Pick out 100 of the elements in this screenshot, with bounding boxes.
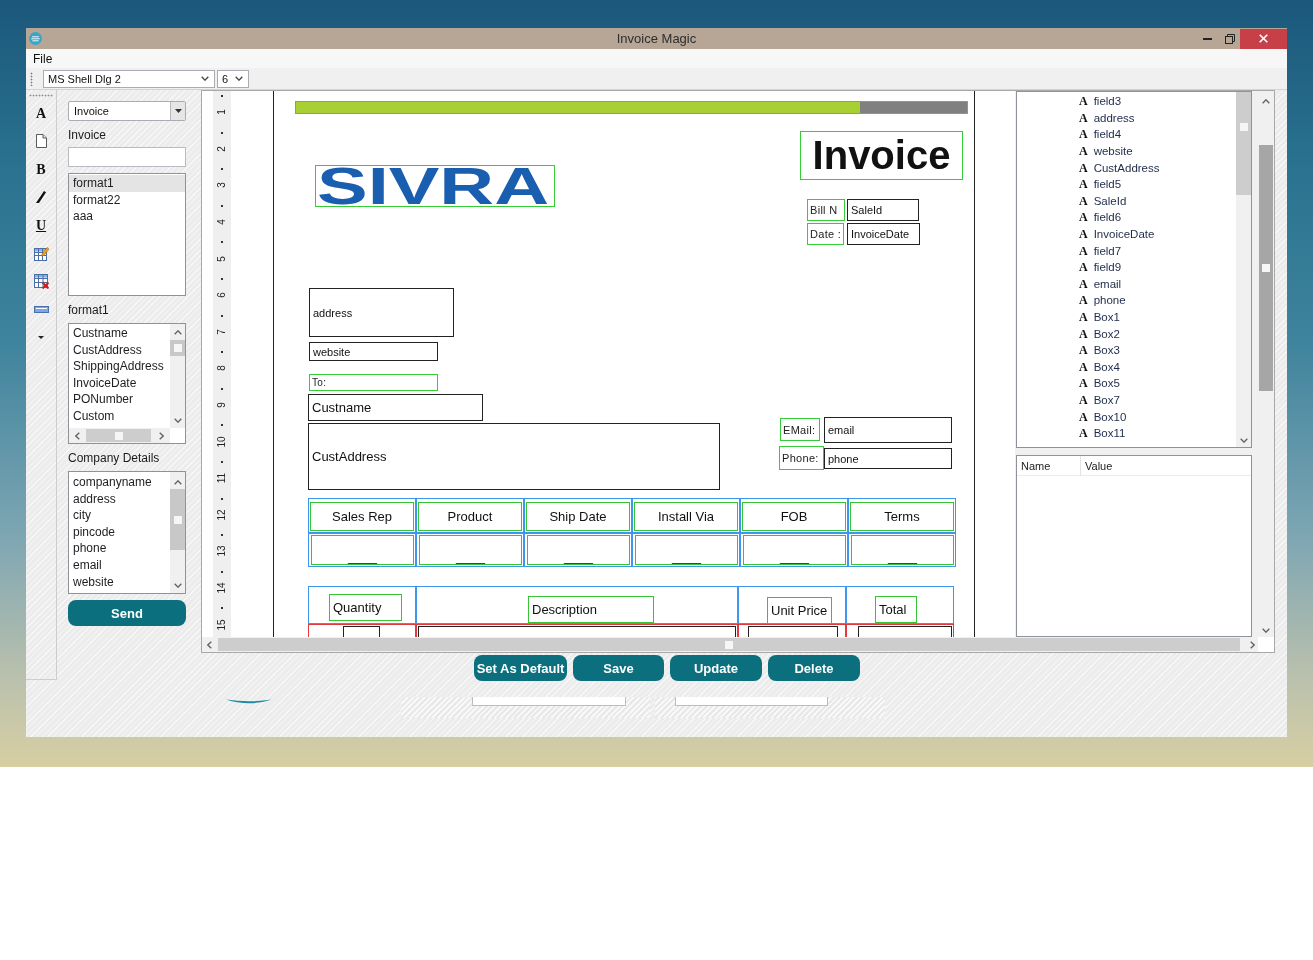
scrollbar[interactable] xyxy=(202,637,1258,652)
close-button[interactable] xyxy=(1240,28,1287,49)
list-item[interactable]: format1 xyxy=(69,175,185,192)
tree-item[interactable]: A address xyxy=(1079,110,1135,125)
tree-item[interactable]: A field6 xyxy=(1079,210,1122,225)
input-field[interactable] xyxy=(68,147,186,167)
caret-icon[interactable] xyxy=(38,335,44,339)
bold-button[interactable]: B xyxy=(36,161,46,177)
scrollbar[interactable] xyxy=(1258,91,1274,637)
scrollbar[interactable] xyxy=(69,428,170,443)
tree-item[interactable]: A field4 xyxy=(1079,127,1122,142)
chevron-right-icon[interactable] xyxy=(1250,641,1255,649)
scroll-thumb[interactable] xyxy=(170,489,185,550)
column-header[interactable]: Sales Rep xyxy=(310,502,414,531)
tree-item[interactable]: A Box2 xyxy=(1079,326,1120,341)
column-header[interactable]: Unit Price xyxy=(767,597,832,624)
data-field[interactable]: website xyxy=(309,342,438,361)
blank-value[interactable]: ____ xyxy=(851,535,954,565)
chevron-left-icon[interactable] xyxy=(75,432,80,440)
list-item[interactable]: email xyxy=(69,556,170,574)
chevron-down-icon[interactable] xyxy=(174,418,182,423)
column-header[interactable]: Name xyxy=(1017,456,1081,476)
list-item[interactable]: companyname xyxy=(69,474,170,491)
list-item[interactable]: address xyxy=(69,490,170,508)
tree-item[interactable]: A Box11 xyxy=(1079,426,1126,441)
field-label[interactable]: To: xyxy=(309,374,438,391)
tree-item[interactable]: A field7 xyxy=(1079,243,1122,258)
chevron-up-icon[interactable] xyxy=(174,480,182,485)
scroll-thumb[interactable] xyxy=(1259,145,1273,391)
grip-icon[interactable] xyxy=(30,71,33,86)
field-label[interactable]: Bill N xyxy=(807,199,845,221)
tree-item[interactable]: A Box4 xyxy=(1079,359,1120,374)
tree-item[interactable]: A Box3 xyxy=(1079,343,1120,358)
bar-icon[interactable] xyxy=(33,305,49,313)
tree-item[interactable]: A field5 xyxy=(1079,177,1122,192)
scrollbar[interactable] xyxy=(170,324,185,428)
chevron-down-icon[interactable] xyxy=(1262,628,1270,633)
tree-item[interactable]: A Box1 xyxy=(1079,310,1120,324)
data-field[interactable]: address xyxy=(309,288,454,337)
list-item[interactable]: phone xyxy=(69,540,170,557)
company-logo[interactable]: SIVRA xyxy=(315,165,555,207)
list-item[interactable]: Custom xyxy=(69,407,170,425)
italic-icon[interactable] xyxy=(36,191,46,203)
list-item[interactable]: PONumber xyxy=(69,391,170,408)
scroll-thumb[interactable] xyxy=(170,340,185,356)
tree-item[interactable]: A website xyxy=(1079,144,1133,159)
tree-item[interactable]: A phone xyxy=(1079,293,1126,308)
scrollbar[interactable] xyxy=(170,472,185,593)
column-header[interactable]: Total xyxy=(875,596,917,623)
chevron-down-icon[interactable] xyxy=(235,76,243,81)
data-field[interactable]: InvoiceDate xyxy=(847,223,920,245)
blank-value[interactable]: ____ xyxy=(527,535,630,565)
list-item[interactable]: website xyxy=(69,573,170,591)
font-select[interactable]: MS Shell Dlg 2 xyxy=(43,69,215,88)
caret-icon[interactable] xyxy=(174,109,182,113)
invoice-title[interactable]: Invoice xyxy=(800,131,963,180)
blank-value[interactable]: ____ xyxy=(743,535,846,565)
tree-item[interactable]: A InvoiceDate xyxy=(1079,227,1155,242)
data-field[interactable]: CustAddress xyxy=(308,423,720,490)
field-label[interactable]: EMail: xyxy=(780,418,820,441)
list-item[interactable]: aaa xyxy=(69,208,185,225)
grip-icon[interactable] xyxy=(29,94,53,97)
chevron-down-icon[interactable] xyxy=(201,76,209,81)
underline-button[interactable]: U xyxy=(35,217,47,233)
list-item[interactable]: CustAddress xyxy=(69,341,170,359)
column-header[interactable]: FOB xyxy=(742,502,846,531)
table-x-icon[interactable] xyxy=(33,273,49,289)
blank-value[interactable]: ____ xyxy=(635,535,738,565)
action-button[interactable]: Set As Default xyxy=(474,655,567,681)
field-label[interactable]: Date : xyxy=(807,223,844,245)
list-item[interactable]: pincode xyxy=(69,523,170,541)
data-field[interactable]: email xyxy=(824,417,952,443)
restore-icon[interactable] xyxy=(1224,33,1235,44)
list-item[interactable]: ShippingAddress xyxy=(69,358,170,375)
chevron-down-icon[interactable] xyxy=(1240,438,1248,443)
scroll-thumb[interactable] xyxy=(86,429,151,442)
close-icon[interactable] xyxy=(1259,34,1268,43)
chevron-up-icon[interactable] xyxy=(1262,99,1270,104)
blank-value[interactable]: ____ xyxy=(311,535,414,565)
document-select[interactable]: Invoice xyxy=(68,101,186,121)
data-field[interactable]: Custname xyxy=(308,394,483,421)
field-label[interactable]: Phone: xyxy=(779,446,824,470)
size-select[interactable]: 6 xyxy=(217,69,249,88)
action-button[interactable]: Save xyxy=(573,655,664,681)
tree-item[interactable]: A email xyxy=(1079,276,1122,291)
data-field[interactable]: phone xyxy=(824,448,952,469)
blank-value[interactable]: ____ xyxy=(419,535,522,565)
list-item[interactable]: InvoiceDate xyxy=(69,374,170,392)
column-header[interactable]: Ship Date xyxy=(526,502,630,531)
column-header[interactable]: Description xyxy=(528,596,654,623)
chevron-right-icon[interactable] xyxy=(159,432,164,440)
menu-item[interactable]: File xyxy=(33,51,53,66)
data-field[interactable]: SaleId xyxy=(847,199,919,221)
tree-item[interactable]: A field3 xyxy=(1079,94,1122,109)
scrollbar[interactable] xyxy=(1236,92,1251,447)
table-pencil-icon[interactable] xyxy=(33,245,49,261)
tree-item[interactable]: A SaleId xyxy=(1079,193,1127,208)
column-header[interactable]: Product xyxy=(418,502,522,531)
action-button[interactable]: Delete xyxy=(768,655,860,681)
list-item[interactable]: format22 xyxy=(69,191,185,209)
